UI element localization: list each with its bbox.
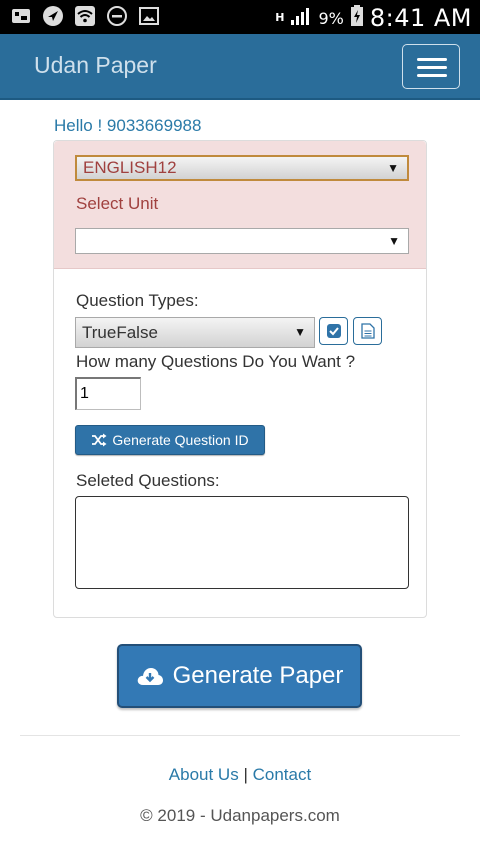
battery-percent: 9%: [318, 8, 344, 28]
select-all-button[interactable]: [319, 317, 348, 345]
document-icon: [360, 323, 375, 339]
battery-icon: [350, 4, 364, 32]
unit-select[interactable]: ▼: [75, 228, 409, 254]
dropdown-arrow-icon: ▼: [387, 161, 399, 175]
question-count-input[interactable]: [75, 377, 141, 410]
footer-links: About Us | Contact: [0, 765, 480, 785]
view-document-button[interactable]: [353, 317, 382, 345]
menu-toggle-button[interactable]: [402, 44, 460, 89]
greeting-text: Hello ! 9033669988: [54, 116, 202, 135]
cloud-download-icon: [137, 668, 163, 685]
status-bar: H 9% 8:41 AM: [0, 0, 480, 34]
subject-select[interactable]: ENGLISH12 ▼: [75, 155, 409, 181]
question-type-value: TrueFalse: [82, 323, 158, 342]
do-not-disturb-icon: [106, 5, 128, 27]
contact-link[interactable]: Contact: [253, 765, 312, 784]
copyright-text: © 2019 - Udanpapers.com: [140, 806, 340, 825]
signal-icon: [290, 6, 312, 31]
selected-questions-textarea[interactable]: [75, 496, 409, 589]
brand-title[interactable]: Udan Paper: [34, 52, 157, 79]
unit-label: Select Unit: [76, 194, 159, 213]
image-icon: [138, 5, 160, 27]
selected-questions-label: Seleted Questions:: [76, 471, 220, 490]
dropdown-arrow-icon: ▼: [388, 234, 400, 248]
question-types-label: Question Types:: [76, 291, 199, 310]
shuffle-icon: [92, 433, 107, 447]
link-separator: |: [243, 765, 248, 784]
question-type-select[interactable]: TrueFalse ▼: [75, 317, 315, 348]
question-count-label: How many Questions Do You Want ?: [76, 352, 356, 371]
network-type-label: H: [275, 11, 285, 24]
generate-paper-label: Generate Paper: [172, 662, 344, 689]
dropdown-arrow-icon: ▼: [294, 325, 306, 339]
subject-select-value: ENGLISH12: [83, 158, 177, 177]
generate-question-id-button[interactable]: Generate Question ID: [75, 425, 265, 455]
question-form-panel: ENGLISH12 ▼ Select Unit ▼ Question Types…: [53, 140, 427, 618]
generate-question-id-label: Generate Question ID: [112, 432, 249, 448]
wifi-icon: [74, 5, 96, 27]
generate-paper-button[interactable]: Generate Paper: [117, 644, 362, 708]
navigation-icon: [42, 5, 64, 27]
about-us-link[interactable]: About Us: [169, 765, 239, 784]
navbar: Udan Paper: [0, 34, 480, 100]
footer-divider: [20, 735, 460, 736]
clock: 8:41 AM: [369, 4, 472, 32]
hamburger-icon: [417, 58, 447, 61]
gallery-icon: [10, 5, 32, 27]
checkbox-icon: [326, 324, 341, 338]
